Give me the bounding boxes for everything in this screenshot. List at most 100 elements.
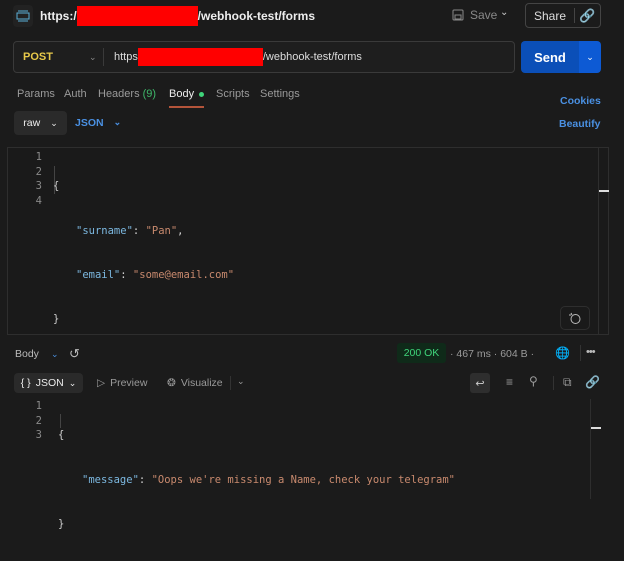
http-icon: [13, 5, 33, 27]
send-button[interactable]: Send: [521, 41, 579, 73]
json-value: "some@email.com": [132, 268, 235, 281]
chevron-down-icon: ⌄: [50, 348, 59, 359]
divider: [580, 345, 581, 361]
active-tab-underline: [169, 106, 204, 108]
line-number: 2: [35, 165, 42, 178]
method-label: POST: [23, 51, 53, 63]
save-options-chevron-icon[interactable]: ⌄: [500, 7, 508, 18]
status-badge[interactable]: 200 OK: [397, 343, 446, 363]
line-number: 4: [35, 195, 42, 208]
request-title[interactable]: https:/ /webhook-test/forms: [40, 6, 315, 26]
line-numbers: 1 2 3 4: [28, 150, 42, 209]
ai-assist-button[interactable]: [560, 306, 590, 330]
json-key: "surname": [76, 224, 133, 237]
request-body-editor[interactable]: 1 2 3 4 { "surname": "Pan", "email": "so…: [7, 147, 609, 335]
line-number: 1: [35, 400, 42, 412]
sparkle-icon: [569, 312, 581, 324]
more-options-icon[interactable]: •••: [586, 346, 596, 358]
chevron-down-icon: ⌄: [113, 117, 122, 127]
redacted-host: [137, 48, 263, 66]
scrollbar[interactable]: [598, 148, 609, 334]
line-number: 1: [35, 151, 42, 163]
visualize-options-chevron-icon[interactable]: ⌄: [237, 376, 245, 387]
copy-icon[interactable]: ⧉: [563, 375, 572, 390]
code: { "message": "Oops we're missing a Name,…: [58, 399, 455, 561]
code-line: "email": "some@email.com": [76, 268, 235, 281]
code-brace: {: [53, 180, 60, 193]
divider: [553, 376, 554, 390]
response-time-value: 467 ms: [456, 348, 491, 360]
save-label: Save: [470, 8, 498, 22]
code-line: "message": "Oops we're missing a Name, c…: [82, 473, 455, 486]
code-line: "surname": "Pan",: [76, 224, 184, 237]
copy-link-icon[interactable]: 🔗: [575, 8, 600, 24]
tab-auth[interactable]: Auth: [64, 88, 87, 100]
response-format-label: JSON: [35, 377, 64, 389]
tab-params[interactable]: Params: [17, 88, 55, 100]
response-format-select[interactable]: { } JSON ⌄: [14, 373, 83, 393]
visualize-icon: ❂: [167, 377, 176, 389]
response-body-viewer[interactable]: 1 2 3 { "message": "Oops we're missing a…: [0, 399, 601, 530]
share-button[interactable]: Share: [526, 9, 574, 23]
line-number: 2: [35, 414, 42, 427]
code-brace: }: [58, 517, 65, 530]
code-brace: }: [53, 312, 60, 325]
body-mode-select[interactable]: raw ⌄: [14, 111, 67, 135]
cookies-link[interactable]: Cookies: [560, 95, 601, 107]
visualize-label: Visualize: [180, 377, 223, 389]
url-suffix: /webhook-test/forms: [262, 51, 362, 63]
history-icon[interactable]: ↺: [69, 346, 80, 362]
body-mode-label: raw: [23, 117, 41, 129]
json-comma: ,: [177, 224, 184, 237]
filter-icon[interactable]: ≡: [506, 375, 513, 389]
body-format-select[interactable]: JSON ⌄: [75, 117, 121, 129]
json-key: "message": [82, 473, 139, 486]
share-button-group: Share 🔗: [525, 3, 601, 28]
url-prefix: https: [114, 51, 138, 63]
response-section-select[interactable]: Body ⌄: [15, 348, 58, 360]
divider: [230, 376, 231, 390]
wrap-lines-button[interactable]: ↩: [470, 373, 490, 393]
chevron-down-icon: ⌄: [50, 117, 58, 128]
body-format-label: JSON: [75, 117, 104, 129]
network-globe-icon[interactable]: 🌐: [555, 346, 570, 360]
play-icon: ▷: [97, 377, 106, 389]
line-numbers: 1 2 3: [28, 399, 42, 443]
response-size: 604 B: [500, 348, 528, 360]
json-key: "email": [76, 268, 121, 281]
preview-button[interactable]: ▷ Preview: [97, 377, 147, 389]
response-section-label: Body: [15, 348, 39, 360]
url-input[interactable]: https /webhook-test/forms: [114, 48, 362, 66]
tab-headers[interactable]: Headers (9): [98, 88, 156, 100]
redacted-host: [76, 6, 198, 26]
method-select[interactable]: POST ⌄: [23, 51, 97, 63]
chevron-down-icon: ⌄: [68, 377, 77, 388]
tab-settings[interactable]: Settings: [260, 88, 300, 100]
save-button[interactable]: Save: [452, 8, 497, 22]
link-icon[interactable]: 🔗: [585, 375, 600, 389]
chevron-down-icon: ⌄: [88, 51, 97, 62]
tab-body-label: Body: [169, 88, 195, 100]
scrollbar[interactable]: [590, 399, 601, 499]
response-time[interactable]: · 467 ms · 604 B ·: [450, 348, 534, 360]
visualize-button[interactable]: ❂ Visualize: [167, 377, 223, 389]
braces-icon: { }: [20, 377, 31, 389]
save-icon: [452, 9, 464, 21]
send-button-group: Send ⌄: [521, 41, 601, 73]
divider: [103, 48, 104, 66]
preview-label: Preview: [110, 377, 148, 389]
tab-scripts[interactable]: Scripts: [216, 88, 250, 100]
json-value: "Pan": [145, 224, 178, 237]
json-value: "Oops we're missing a Name, check your t…: [151, 473, 455, 486]
line-number: 3: [35, 180, 42, 193]
title-url-prefix: https:/: [40, 9, 77, 23]
beautify-link[interactable]: Beautify: [559, 118, 600, 130]
body-indicator-dot: [199, 91, 205, 97]
search-icon[interactable]: ⚲: [529, 374, 538, 388]
tab-body[interactable]: Body: [169, 88, 205, 100]
tab-headers-label: Headers: [98, 88, 140, 100]
headers-count: (9): [142, 88, 157, 100]
line-number: 3: [35, 429, 42, 442]
code-brace: {: [58, 429, 65, 442]
send-options-chevron-icon[interactable]: ⌄: [579, 41, 601, 73]
